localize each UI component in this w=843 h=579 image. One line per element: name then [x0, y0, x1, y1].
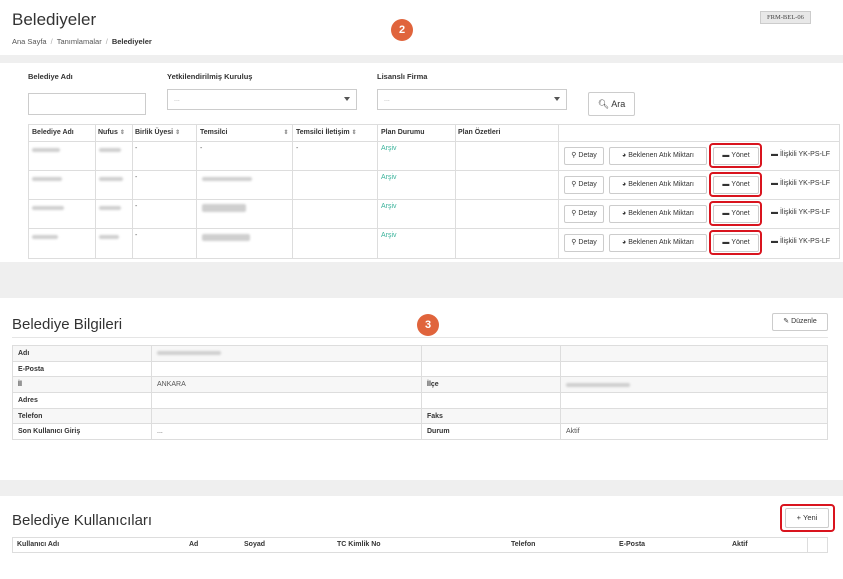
col-tc[interactable]: TC Kimlik No [337, 541, 381, 548]
breadcrumb-home[interactable]: Ana Sayfa [12, 37, 47, 46]
chevron-down-icon [554, 97, 560, 101]
highlight-box [709, 172, 762, 197]
breadcrumb: Ana Sayfa / Tanımlamalar / Belediyeler [12, 37, 152, 46]
step-badge-2: 2 [391, 19, 413, 41]
page-title: Belediyeler [12, 10, 97, 29]
col-temsilci-iletisim[interactable]: Temsilci İletişim ⇕ [296, 129, 357, 136]
sort-icon: ⇕ [283, 130, 289, 136]
related-button[interactable]: ▬ İlişkili YK-PS-LF [763, 205, 838, 223]
folder-icon: ▬ [770, 151, 778, 158]
highlight-box [709, 201, 762, 226]
chevron-down-icon [344, 97, 350, 101]
col-belediye-adi[interactable]: Belediye Adı [32, 129, 74, 136]
col-temsilci[interactable]: Temsilci ⇕ [200, 129, 289, 136]
plan-status-link[interactable]: Arşiv [381, 232, 397, 239]
info-table: Adı E-Posta İl ANKARA İlçe Adres Telefon… [12, 345, 828, 441]
col-ad[interactable]: Ad [189, 541, 198, 548]
related-button[interactable]: ▬ İlişkili YK-PS-LF [763, 176, 838, 194]
expected-waste-button[interactable]: ◕ Beklenen Atık Miktarı [609, 176, 707, 194]
breadcrumb-current: Belediyeler [111, 37, 152, 46]
edit-button[interactable]: ✎ Düzenle [772, 313, 828, 331]
pencil-icon: ✎ [783, 318, 790, 325]
plan-status-link[interactable]: Arşiv [381, 145, 397, 152]
belediye-adi-label: Belediye Adı [28, 72, 73, 81]
detail-button[interactable]: ⚲ Detay [564, 205, 604, 223]
info-row: İl ANKARA İlçe [12, 376, 828, 394]
highlight-box [780, 504, 835, 532]
kurulus-label: Yetkilendirilmiş Kuruluş [167, 72, 253, 81]
folder-icon: ▬ [770, 209, 778, 216]
info-row: E-Posta [12, 360, 828, 378]
expected-waste-button[interactable]: ◕ Beklenen Atık Miktarı [609, 147, 707, 165]
search-button[interactable]: 🔍︎ Ara [588, 92, 635, 116]
sort-icon: ⇕ [175, 130, 181, 136]
col-birlik-uyesi[interactable]: Birlik Üyesi ⇕ [135, 129, 180, 136]
highlight-box [709, 230, 762, 255]
search-icon: 🔍︎ [597, 99, 610, 109]
info-section-title: Belediye Bilgileri [12, 316, 123, 333]
col-eposta[interactable]: E-Posta [619, 541, 645, 548]
related-button[interactable]: ▬ İlişkili YK-PS-LF [763, 234, 838, 252]
section-divider [0, 55, 843, 63]
info-row: Son Kullanıcı Giriş ... Durum Aktif [12, 423, 828, 441]
sort-icon: ⇕ [351, 130, 357, 136]
plan-status-link[interactable]: Arşiv [381, 174, 397, 181]
firma-select[interactable]: ... [377, 89, 567, 110]
users-table-header: Kullanıcı Adı Ad Soyad TC Kimlik No Tele… [12, 537, 828, 553]
related-button[interactable]: ▬ İlişkili YK-PS-LF [763, 147, 838, 165]
section-divider [0, 480, 843, 496]
kurulus-select[interactable]: ... [167, 89, 357, 110]
sort-icon: ⇕ [119, 130, 125, 136]
search-icon: ⚲ [571, 210, 577, 217]
col-nufus[interactable]: Nufus ⇕ [98, 129, 125, 136]
pie-chart-icon: ◕ [622, 210, 627, 217]
page-header: Belediyeler Ana Sayfa / Tanımlamalar / Beled… [0, 0, 843, 55]
expected-waste-button[interactable]: ◕ Beklenen Atık Miktarı [609, 205, 707, 223]
breadcrumb-definitions[interactable]: Tanımlamalar [57, 37, 102, 46]
col-soyad[interactable]: Soyad [244, 541, 265, 548]
col-telefon[interactable]: Telefon [511, 541, 535, 548]
highlight-box [709, 143, 762, 168]
search-icon: ⚲ [571, 152, 577, 159]
expected-waste-button[interactable]: ◕ Beklenen Atık Miktarı [609, 234, 707, 252]
info-row: Telefon Faks [12, 407, 828, 425]
col-plan-durumu[interactable]: Plan Durumu [381, 129, 425, 136]
plan-status-link[interactable]: Arşiv [381, 203, 397, 210]
pie-chart-icon: ◕ [622, 239, 627, 246]
users-section-title: Belediye Kullanıcıları [12, 512, 153, 529]
belediye-adi-input[interactable] [28, 93, 146, 115]
folder-icon: ▬ [770, 180, 778, 187]
detail-button[interactable]: ⚲ Detay [564, 147, 604, 165]
section-divider [0, 262, 843, 298]
col-aktif[interactable]: Aktif [732, 541, 748, 548]
col-plan-ozetleri[interactable]: Plan Özetleri [458, 129, 500, 136]
search-icon: ⚲ [571, 239, 577, 246]
firma-label: Lisanslı Firma [377, 72, 428, 81]
detail-button[interactable]: ⚲ Detay [564, 234, 604, 252]
pie-chart-icon: ◕ [622, 152, 627, 159]
pie-chart-icon: ◕ [622, 181, 627, 188]
search-icon: ⚲ [571, 181, 577, 188]
detail-button[interactable]: ⚲ Detay [564, 176, 604, 194]
form-code-badge: FRM-BEL-06 [760, 11, 811, 24]
step-badge-3: 3 [417, 314, 439, 336]
col-username[interactable]: Kullanıcı Adı [17, 541, 59, 548]
info-row: Adres [12, 392, 828, 409]
folder-icon: ▬ [770, 238, 778, 245]
info-row: Adı [12, 345, 828, 362]
